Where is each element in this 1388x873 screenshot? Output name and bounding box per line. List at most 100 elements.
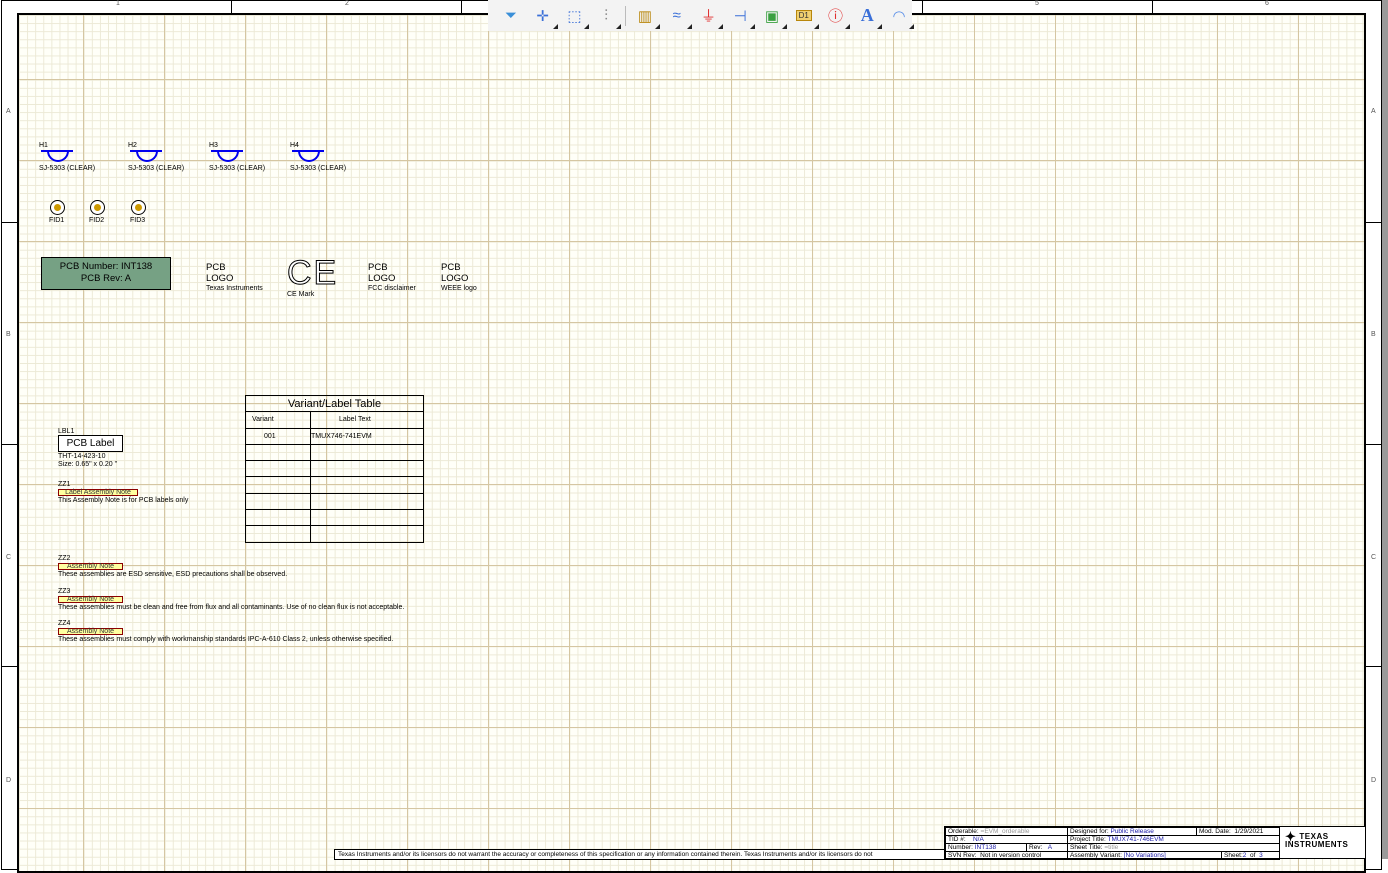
logo-caption: FCC disclaimer	[368, 285, 416, 292]
label-text-cell: TMUX746-741EVM	[311, 428, 424, 444]
sheet-symbol-tool-button[interactable]: ▣	[759, 3, 785, 29]
disclaimer: Texas Instruments and/or its licensors d…	[334, 849, 945, 860]
mounting-hole-symbol[interactable]	[130, 150, 162, 164]
move-tool-button[interactable]: ✛	[530, 3, 556, 29]
select-rect-tool-button[interactable]: ⬚	[562, 3, 588, 29]
ground-tool-button[interactable]: ⏚	[696, 3, 722, 29]
zone-divider	[1366, 666, 1382, 667]
align-tool-button[interactable]: ⫶	[593, 3, 619, 29]
note-ref: ZZ4	[58, 620, 70, 627]
fiducial-symbol[interactable]	[131, 200, 146, 215]
zone-divider	[1, 222, 17, 223]
pcb-logo-placeholder[interactable]: PCB LOGO	[368, 263, 395, 284]
designed-label: Designed for:	[1070, 828, 1109, 835]
mounting-hole-symbol[interactable]	[292, 150, 324, 164]
project-value: TMUX741-746EVM	[1107, 836, 1163, 843]
orderable-label: Orderable:	[948, 828, 979, 835]
table-row	[246, 477, 424, 493]
hole-part: SJ-5303 (CLEAR)	[128, 165, 184, 172]
fiducial-symbol[interactable]	[50, 200, 65, 215]
zone-divider	[1366, 444, 1382, 445]
component-icon: ▥	[638, 7, 652, 25]
net-label-icon: ⊣	[734, 7, 747, 25]
table-header: Label Text	[311, 412, 424, 428]
assembly-note-tag[interactable]: Assembly Note	[58, 628, 123, 635]
pcb-number: PCB Number: INT138	[42, 261, 170, 273]
hole-ref: H2	[128, 142, 137, 149]
mod-date-value: 1/29/2021	[1234, 828, 1263, 835]
label-size: Size: 0.65" x 0.20 "	[58, 461, 117, 468]
note-text: These assemblies must be clean and free …	[58, 604, 404, 611]
arc-icon: ◠	[893, 7, 906, 25]
bus-tool-button[interactable]: ≈	[664, 3, 690, 29]
assembly-note-tag[interactable]: Assembly Note	[58, 596, 123, 603]
variant-cell: 001	[246, 428, 311, 444]
port-tool-button[interactable]: D1	[791, 3, 817, 29]
table-row	[246, 461, 424, 477]
fiducial-ref: FID1	[49, 217, 64, 224]
table-row	[246, 510, 424, 526]
text-tool-button[interactable]: A	[854, 3, 880, 29]
svn-label: SVN Rev:	[948, 852, 977, 859]
zone-divider	[1, 666, 17, 667]
arc-tool-button[interactable]: ◠	[886, 3, 912, 29]
mounting-hole-symbol[interactable]	[211, 150, 243, 164]
hole-part: SJ-5303 (CLEAR)	[209, 165, 265, 172]
bus-icon: ≈	[673, 7, 681, 24]
vertical-scrollbar[interactable]	[1382, 0, 1388, 859]
zone-row-label: B	[6, 331, 11, 338]
rev-value: A	[1048, 844, 1052, 851]
number-value: INT138	[975, 844, 996, 851]
schematic-toolbar: ⏷ ✛ ⬚ ⫶ ▥ ≈ ⏚ ⊣ ▣ D1 ⓘ A ◠	[488, 0, 912, 31]
sheet-symbol-icon: ▣	[765, 7, 779, 25]
zone-row-label: B	[1371, 331, 1376, 338]
directive-tool-button[interactable]: ⓘ	[823, 3, 849, 29]
note-text: This Assembly Note is for PCB labels onl…	[58, 497, 188, 504]
component-tool-button[interactable]: ▥	[632, 3, 658, 29]
toolbar-separator	[625, 6, 626, 26]
pcb-number-box: PCB Number: INT138 PCB Rev: A	[41, 257, 171, 290]
project-label: Project Title:	[1070, 836, 1106, 843]
note-ref: ZZ1	[58, 481, 70, 488]
texas-state-icon: ✦	[1285, 833, 1296, 841]
zone-divider	[461, 0, 462, 13]
of-label: of	[1250, 852, 1255, 859]
zone-divider	[1152, 0, 1153, 13]
fiducial-symbol[interactable]	[90, 200, 105, 215]
designed-value: Public Release	[1110, 828, 1153, 835]
select-rect-icon: ⬚	[567, 7, 581, 25]
pcb-logo-placeholder[interactable]: PCB LOGO	[441, 263, 468, 284]
ti-logo: ✦TEXASINSTRUMENTS	[1285, 833, 1348, 849]
port-icon: D1	[796, 10, 812, 21]
filter-tool-button[interactable]: ⏷	[498, 3, 524, 29]
mounting-hole-symbol[interactable]	[41, 150, 73, 164]
number-label: Number:	[948, 844, 973, 851]
assembly-note-tag[interactable]: Label Assembly Note	[58, 489, 138, 496]
zone-row-label: D	[6, 777, 11, 784]
svn-value: Not in version control	[980, 852, 1041, 859]
table-title: Variant/Label Table	[246, 396, 424, 412]
zone-col-label: 6	[1265, 0, 1269, 7]
logo-caption: Texas Instruments	[206, 285, 263, 292]
mod-date-label: Mod. Date:	[1199, 828, 1231, 835]
pcb-label-box: PCB Label	[58, 435, 123, 452]
hole-part: SJ-5303 (CLEAR)	[290, 165, 346, 172]
zone-divider	[231, 0, 232, 13]
sheet-label: Sheet:	[1224, 852, 1243, 859]
variant-label: Assembly Variant:	[1070, 852, 1122, 859]
title-block: Orderable: =EVM_orderable TID #: N/A Num…	[944, 826, 1366, 859]
note-ref: ZZ2	[58, 555, 70, 562]
variant-label-table: Variant/Label Table VariantLabel Text 00…	[245, 395, 424, 543]
zone-divider	[1366, 222, 1382, 223]
pcb-logo-placeholder[interactable]: PCB LOGO	[206, 263, 233, 284]
fiducial-ref: FID2	[89, 217, 104, 224]
net-label-tool-button[interactable]: ⊣	[727, 3, 753, 29]
schematic-canvas[interactable]	[17, 13, 1366, 873]
move-icon: ✛	[536, 7, 549, 25]
zone-row-label: C	[6, 554, 11, 561]
assembly-note-tag[interactable]: Assembly Note	[58, 563, 123, 570]
label-ref: LBL1	[58, 428, 74, 435]
hole-ref: H3	[209, 142, 218, 149]
directive-icon: ⓘ	[828, 5, 843, 26]
zone-col-label: 2	[345, 0, 349, 7]
